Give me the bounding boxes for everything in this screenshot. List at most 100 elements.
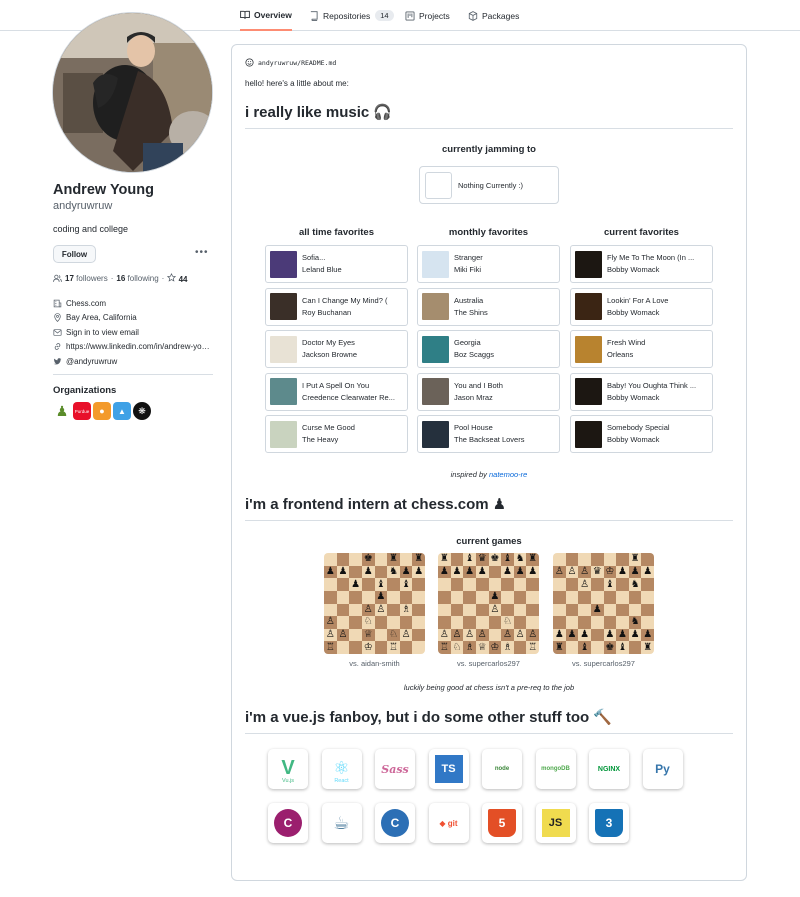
- chess-board[interactable]: ♜ ♝ ♛ ♚ ♝ ♞ ♜ ♟ ♟ ♟ ♟ ♟ ♟ ♟ ♟ ♙ ♘ ♙ ♙ ♙ ♙ ♙ ♙ ♙ ♖ ♘ ♗ ♕ ♔ ♗ ♖: [438, 553, 539, 654]
- track-title: Lookin' For A Love: [607, 295, 669, 305]
- website-item[interactable]: https://www.linkedin.com/in/andrew-young…: [53, 340, 213, 355]
- track-card[interactable]: Can I Change My Mind? (Roy Buchanan: [265, 287, 408, 326]
- chess-piece: ♞: [628, 616, 642, 629]
- javascript-icon[interactable]: JS: [535, 803, 576, 843]
- track-card[interactable]: Pool House The Backseat Lovers: [417, 415, 560, 453]
- inspired-link[interactable]: natemoo-re: [489, 470, 527, 479]
- tab-packages[interactable]: Packages: [468, 0, 519, 31]
- board-square: [399, 553, 413, 566]
- board-square: [641, 616, 654, 629]
- track-card[interactable]: You and I Both Jason Mraz: [417, 372, 560, 411]
- track-card[interactable]: Georgia Boz Scaggs: [417, 330, 560, 368]
- smiley-icon: [245, 58, 254, 67]
- email-text: Sign in to view email: [66, 327, 139, 337]
- org-chess-avatar[interactable]: ♟: [53, 402, 71, 420]
- chess-piece: ♖: [438, 641, 451, 654]
- track-card[interactable]: Fly Me To The Moon (In ... Bobby Womack: [570, 245, 713, 283]
- chess-board[interactable]: ♚ ♜ ♜ ♟ ♟ ♟ ♞ ♟ ♟ ♟ ♝ ♝ ♟ ♙ ♙ ♗ ♙ ♘ ♙ ♙ ♕ ♘ ♙ ♖ ♔ ♖: [324, 553, 425, 654]
- email-item[interactable]: Sign in to view email: [53, 325, 213, 340]
- now-playing-text: Nothing Currently :): [458, 180, 524, 190]
- board-square: [475, 590, 489, 604]
- org-blue-avatar[interactable]: ▲: [113, 402, 131, 420]
- css3-icon[interactable]: 3: [589, 803, 629, 843]
- following-count: 16: [116, 274, 126, 283]
- track-title: Somebody Special: [607, 423, 670, 432]
- board-square: [553, 603, 566, 617]
- chess-piece: ♜: [641, 641, 654, 654]
- track-card[interactable]: Lookin' For A Love Bobby Womack: [570, 287, 713, 326]
- chess-piece: ♟: [349, 578, 362, 591]
- org-black-avatar[interactable]: ❋: [133, 402, 151, 420]
- twitter-item[interactable]: @andyruwruw: [53, 354, 213, 369]
- track-card[interactable]: Australia The Shins: [417, 287, 560, 326]
- track-artist: Leland Blue: [302, 265, 342, 274]
- track-card[interactable]: Stranger Miki Fiki: [417, 245, 560, 283]
- readme-owner[interactable]: andyruwruw: [258, 59, 297, 67]
- game-opponent[interactable]: vs. supercarlos297: [553, 659, 654, 668]
- html5-icon[interactable]: 5: [482, 803, 522, 843]
- nodejs-icon[interactable]: node: [482, 749, 522, 789]
- board-square: [501, 590, 514, 604]
- track-card[interactable]: Doctor My Eyes Jackson Browne: [265, 330, 408, 368]
- track-card[interactable]: Fresh Wind Orleans: [570, 330, 713, 368]
- org-red-avatar[interactable]: Purdue: [73, 402, 91, 420]
- more-options-icon[interactable]: •••: [195, 247, 209, 258]
- track-card[interactable]: Sofia... Leland Blue: [265, 245, 408, 283]
- tab-projects[interactable]: Projects: [405, 0, 450, 31]
- sass-logo: Sass: [381, 762, 409, 776]
- java-icon[interactable]: ☕: [321, 803, 362, 843]
- board-square: [324, 553, 337, 566]
- track-card[interactable]: Somebody Special Bobby Womack: [570, 415, 713, 453]
- mongodb-icon[interactable]: mongoDB: [535, 749, 576, 789]
- python-icon[interactable]: Py: [642, 749, 683, 789]
- following-link[interactable]: 16 following: [116, 274, 158, 283]
- stars-link[interactable]: 44: [167, 272, 187, 284]
- tab-overview-label: Overview: [254, 9, 292, 20]
- track-artist: Roy Buchanan: [302, 307, 352, 317]
- avatar[interactable]: [52, 12, 213, 173]
- now-playing-card[interactable]: Nothing Currently :): [419, 166, 559, 204]
- board-square: [616, 616, 629, 629]
- track-artist: Bobby Womack: [607, 392, 660, 402]
- chess-board[interactable]: ♜ ♙ ♙ ♙ ♛ ♔ ♟ ♟ ♟ ♙ ♝ ♞ ♟ ♞ ♟ ♟ ♟ ♟ ♟ ♟ ♟ ♜ ♝ ♚ ♝ ♜: [553, 553, 654, 654]
- track-card[interactable]: Curse Me Good The Heavy: [265, 415, 408, 453]
- divider: [53, 374, 213, 375]
- game-opponent[interactable]: vs. aidan-smith: [324, 659, 425, 668]
- website-link[interactable]: https://www.linkedin.com/in/andrew-young…: [66, 342, 213, 351]
- follow-button[interactable]: Follow: [53, 245, 96, 263]
- chess-piece: ♚: [361, 553, 375, 566]
- board-square: [438, 578, 451, 591]
- board-square: [603, 553, 617, 566]
- chess-piece: ♙: [578, 565, 591, 579]
- typescript-icon[interactable]: TS: [428, 749, 469, 789]
- board-square: [450, 603, 464, 617]
- board-square: [578, 553, 591, 566]
- org-orange-avatar[interactable]: ●: [93, 402, 111, 420]
- track-artist: Bobby Womack: [607, 307, 660, 317]
- board-square: [324, 578, 337, 591]
- git-icon[interactable]: ◆ git: [428, 803, 469, 843]
- board-square: [501, 603, 514, 617]
- chess-piece: ♝: [578, 641, 591, 654]
- board-square: [336, 553, 350, 566]
- game-opponent[interactable]: vs. supercarlos297: [438, 659, 539, 668]
- chess-piece: ♟: [463, 565, 476, 579]
- readme-file[interactable]: README.md: [301, 59, 336, 67]
- track-card[interactable]: I Put A Spell On You Creedence Clearwater…: [265, 372, 408, 411]
- c-icon[interactable]: C: [375, 803, 415, 843]
- react-icon[interactable]: ⚛ React: [321, 749, 362, 789]
- mongodb-logo: mongoDB: [541, 766, 570, 772]
- followers-link[interactable]: 17 followers: [65, 274, 108, 283]
- tab-overview[interactable]: Overview: [240, 0, 292, 31]
- tab-packages-label: Packages: [482, 10, 520, 21]
- chess-piece: ♟: [641, 628, 654, 642]
- csharp-icon[interactable]: C: [268, 803, 308, 843]
- nginx-icon[interactable]: NGINX: [589, 749, 629, 789]
- sass-icon[interactable]: Sass: [375, 749, 415, 789]
- vuetify-icon[interactable]: V Vu.js: [268, 749, 308, 789]
- album-cover: [575, 378, 602, 405]
- track-card[interactable]: Baby! You Oughta Think ... Bobby Womack: [570, 372, 713, 411]
- track-title: Pool House: [454, 423, 493, 432]
- board-square: [336, 641, 350, 654]
- tab-repositories[interactable]: Repositories 14: [309, 0, 394, 31]
